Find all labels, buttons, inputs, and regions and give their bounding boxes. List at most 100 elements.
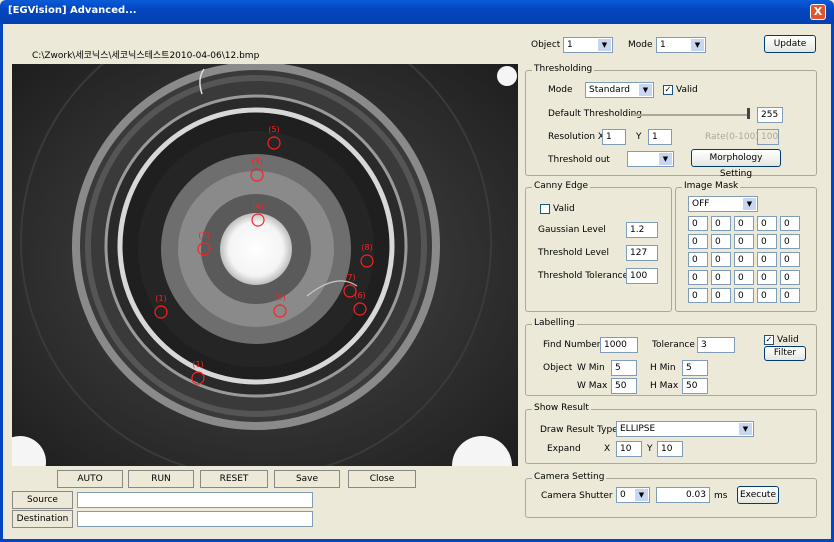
- resolution-y-label: Y: [636, 132, 642, 142]
- mask-cell[interactable]: 0: [757, 288, 777, 303]
- mask-cell[interactable]: 0: [780, 234, 800, 249]
- rate-field[interactable]: 100: [757, 129, 779, 145]
- image-mask-grid: 0000000000000000000000000: [688, 216, 800, 304]
- mask-cell[interactable]: 0: [780, 252, 800, 267]
- expand-label: Expand: [547, 444, 581, 454]
- title-bar: [EGVision] Advanced... X: [0, 0, 834, 24]
- thresholding-mode-select[interactable]: Standard ▼: [585, 82, 654, 98]
- canny-valid-checkbox[interactable]: [540, 204, 550, 214]
- mask-cell[interactable]: 0: [734, 216, 754, 231]
- camera-shutter-value: 0: [620, 490, 626, 500]
- mask-cell[interactable]: 0: [734, 234, 754, 249]
- chevron-down-icon: ▼: [739, 423, 752, 435]
- shutter-ms-field[interactable]: 0.03: [656, 487, 710, 503]
- mask-cell[interactable]: 0: [688, 234, 708, 249]
- update-button[interactable]: Update: [764, 35, 816, 53]
- save-button[interactable]: Save: [274, 470, 340, 488]
- mask-cell[interactable]: 0: [780, 288, 800, 303]
- h-max-label: H Max: [650, 381, 679, 391]
- mode-select[interactable]: 1 ▼: [656, 37, 706, 53]
- mask-cell[interactable]: 0: [757, 216, 777, 231]
- resolution-x-field[interactable]: 1: [602, 129, 626, 145]
- mask-cell[interactable]: 0: [757, 252, 777, 267]
- chevron-down-icon: ▼: [743, 198, 756, 210]
- default-thresholding-slider[interactable]: [632, 114, 750, 116]
- chevron-down-icon: ▼: [635, 489, 648, 501]
- thresholding-valid-label: Valid: [676, 85, 698, 95]
- find-number-field[interactable]: 1000: [600, 337, 638, 353]
- threshold-level-field[interactable]: 127: [626, 245, 658, 261]
- mask-cell[interactable]: 0: [688, 270, 708, 285]
- threshold-out-select[interactable]: ▼: [627, 151, 674, 167]
- mask-cell[interactable]: 0: [711, 234, 731, 249]
- resolution-y-field[interactable]: 1: [648, 129, 672, 145]
- image-path: C:\Zwork\세코닉스\세코닉스테스트2010-04-06\12.bmp: [32, 51, 260, 61]
- mask-cell[interactable]: 0: [780, 270, 800, 285]
- mask-cell[interactable]: 0: [688, 252, 708, 267]
- object-select[interactable]: 1 ▼: [563, 37, 613, 53]
- mask-cell[interactable]: 0: [688, 216, 708, 231]
- detection-label: (1): [192, 360, 203, 369]
- expand-y-field[interactable]: 10: [657, 441, 683, 457]
- mask-cell[interactable]: 0: [688, 288, 708, 303]
- w-min-field[interactable]: 5: [611, 360, 637, 376]
- detection-label: (6): [354, 291, 365, 300]
- h-min-field[interactable]: 5: [682, 360, 708, 376]
- mask-cell[interactable]: 0: [757, 234, 777, 249]
- mask-cell[interactable]: 0: [734, 252, 754, 267]
- thresholding-mode-label: Mode: [548, 85, 573, 95]
- execute-button[interactable]: Execute: [737, 486, 779, 504]
- mode-label: Mode: [628, 40, 653, 50]
- image-mask-select[interactable]: OFF ▼: [688, 196, 758, 212]
- h-max-field[interactable]: 50: [682, 378, 708, 394]
- draw-result-type-select[interactable]: ELLIPSE ▼: [616, 421, 754, 437]
- labelling-valid-label: Valid: [777, 335, 799, 345]
- expand-y-label: Y: [647, 444, 653, 454]
- filter-button[interactable]: Filter: [764, 346, 806, 361]
- image-viewer[interactable]: (5) (3) (4) (2) (8) (7) (6) (9) (1) (1): [12, 64, 518, 466]
- camera-setting-title: Camera Setting: [532, 472, 607, 482]
- mask-cell[interactable]: 0: [711, 270, 731, 285]
- camera-shutter-label: Camera Shutter: [541, 491, 613, 501]
- default-thresholding-label: Default Thresholding: [548, 109, 643, 119]
- tolerance-label: Tolerance: [652, 340, 695, 350]
- show-result-title: Show Result: [532, 403, 591, 413]
- destination-button[interactable]: Destination: [12, 510, 73, 528]
- draw-result-type-value: ELLIPSE: [620, 424, 656, 434]
- gaussian-level-field[interactable]: 1.2: [626, 222, 658, 238]
- mask-cell[interactable]: 0: [711, 252, 731, 267]
- destination-field[interactable]: [77, 511, 313, 527]
- detection-label: (2): [198, 231, 209, 240]
- labelling-valid-checkbox[interactable]: ✓: [764, 335, 774, 345]
- default-thresholding-value[interactable]: 255: [757, 107, 783, 123]
- find-number-label: Find Number: [543, 340, 601, 350]
- window-frame-left: [0, 24, 3, 542]
- reset-button[interactable]: RESET: [200, 470, 268, 488]
- mask-cell[interactable]: 0: [711, 288, 731, 303]
- detection-label: (7): [344, 273, 355, 282]
- morphology-setting-button[interactable]: Morphology Setting: [691, 149, 781, 179]
- threshold-tolerance-field[interactable]: 100: [626, 268, 658, 284]
- chevron-down-icon: ▼: [639, 84, 652, 96]
- expand-x-field[interactable]: 10: [616, 441, 642, 457]
- source-button[interactable]: Source: [12, 491, 73, 509]
- w-max-field[interactable]: 50: [611, 378, 637, 394]
- mask-cell[interactable]: 0: [780, 216, 800, 231]
- image-mask-title: Image Mask: [682, 181, 741, 191]
- close-button[interactable]: Close: [348, 470, 416, 488]
- expand-x-label: X: [604, 444, 611, 454]
- mask-cell[interactable]: 0: [711, 216, 731, 231]
- close-window-icon[interactable]: X: [810, 4, 826, 20]
- source-field[interactable]: [77, 492, 313, 508]
- camera-shutter-select[interactable]: 0 ▼: [616, 487, 650, 503]
- thresholding-valid-checkbox[interactable]: ✓: [663, 85, 673, 95]
- mask-cell[interactable]: 0: [734, 288, 754, 303]
- slider-thumb[interactable]: [747, 108, 750, 119]
- thresholding-mode-value: Standard: [589, 85, 630, 95]
- auto-button[interactable]: AUTO: [57, 470, 123, 488]
- tolerance-field[interactable]: 3: [697, 337, 735, 353]
- run-button[interactable]: RUN: [128, 470, 194, 488]
- mask-cell[interactable]: 0: [734, 270, 754, 285]
- canny-valid-label: Valid: [553, 204, 575, 214]
- mask-cell[interactable]: 0: [757, 270, 777, 285]
